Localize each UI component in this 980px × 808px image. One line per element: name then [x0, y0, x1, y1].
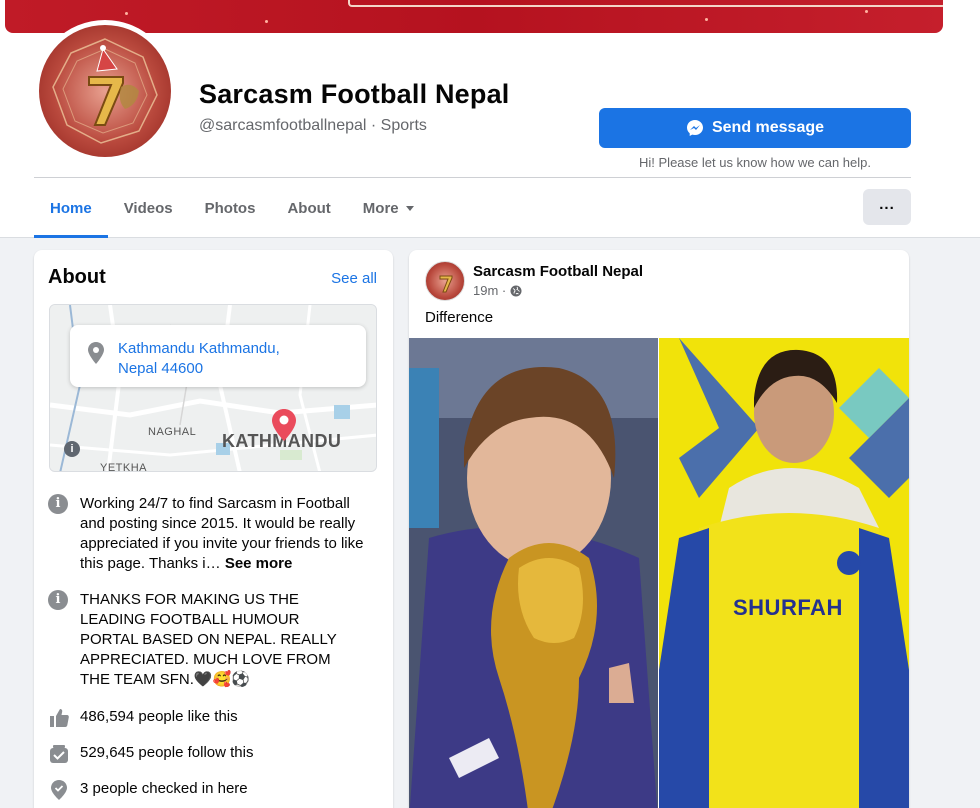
- see-all-link[interactable]: See all: [331, 270, 377, 287]
- address-line-1: Kathmandu Kathmandu,: [118, 340, 280, 357]
- tab-about-label: About: [287, 199, 331, 217]
- post-image-left-panel: [409, 338, 658, 808]
- page-handle: @sarcasmfootballnepal · Sports: [199, 117, 427, 134]
- see-more-link[interactable]: See more: [225, 555, 293, 572]
- post-author-name[interactable]: Sarcasm Football Nepal: [473, 263, 643, 280]
- likes-count: 486,594 people like this: [80, 708, 238, 725]
- jersey-sponsor-text: SHURFAH: [733, 595, 843, 620]
- post-card: Sarcasm Football Nepal 19m · Difference: [409, 250, 909, 808]
- likes-row: 486,594 people like this: [48, 707, 238, 729]
- page-header: Sarcasm Football Nepal @sarcasmfootballn…: [0, 0, 980, 238]
- about-description-text: Working 24/7 to find Sarcasm in Football…: [80, 495, 364, 572]
- post-author-avatar[interactable]: [425, 261, 465, 301]
- post-image[interactable]: SHURFAH: [409, 338, 909, 808]
- info-icon: i: [48, 590, 70, 612]
- tab-more[interactable]: More: [347, 178, 430, 238]
- location-pin-icon: [88, 342, 104, 364]
- about-description-row: i Working 24/7 to find Sarcasm in Footba…: [48, 494, 370, 574]
- follows-row: 529,645 people follow this: [48, 743, 253, 765]
- follows-count: 529,645 people follow this: [80, 744, 254, 761]
- help-text: Hi! Please let us know how we can help.: [639, 155, 871, 170]
- checkins-row: 3 people checked in here: [48, 779, 248, 801]
- map-label-yetkha: YETKHA: [100, 462, 148, 472]
- map-address-text: Kathmandu Kathmandu, Nepal 44600: [118, 339, 280, 379]
- send-message-button[interactable]: Send message: [599, 108, 911, 148]
- kid-with-trophy-illustration: [409, 338, 658, 808]
- page-avatar[interactable]: [34, 20, 176, 162]
- caret-down-icon: [405, 206, 414, 211]
- post-image-right-panel: SHURFAH: [659, 338, 909, 808]
- page-tabs: Home Videos Photos About More: [34, 178, 430, 238]
- about-description: Working 24/7 to find Sarcasm in Football…: [80, 494, 370, 574]
- checkin-pin-icon: [48, 779, 70, 801]
- cover-sparkle: [705, 18, 708, 21]
- tab-videos-label: Videos: [123, 199, 173, 217]
- cover-frame: [348, 0, 943, 7]
- cover-sparkle: [865, 10, 868, 13]
- page-title: Sarcasm Football Nepal: [199, 79, 510, 109]
- kid-in-jersey-illustration: [659, 338, 909, 808]
- map-address-card[interactable]: Kathmandu Kathmandu, Nepal 44600: [70, 325, 366, 387]
- cover-photo[interactable]: [5, 0, 943, 33]
- send-message-label: Send message: [711, 119, 825, 136]
- tab-more-label: More: [362, 199, 399, 217]
- cover-sparkle: [125, 12, 128, 15]
- tab-videos[interactable]: Videos: [108, 178, 189, 238]
- about-title: About: [48, 266, 106, 288]
- tab-about[interactable]: About: [271, 178, 346, 238]
- globe-icon: [510, 285, 522, 296]
- about-thanks-text: THANKS FOR MAKING US THE LEADING FOOTBAL…: [80, 591, 337, 688]
- cover-sparkle: [265, 20, 268, 23]
- avatar-logo-small: [439, 275, 453, 293]
- post-timestamp: 19m ·: [473, 283, 522, 298]
- avatar-logo: [39, 25, 171, 157]
- tab-photos[interactable]: Photos: [189, 178, 272, 238]
- post-text: Difference: [425, 309, 494, 326]
- thumbs-up-icon: [48, 707, 70, 729]
- checkins-count: 3 people checked in here: [80, 780, 248, 797]
- about-thanks-row: i THANKS FOR MAKING US THE LEADING FOOTB…: [48, 590, 350, 690]
- map-info-icon[interactable]: i: [64, 441, 80, 457]
- tab-home-label: Home: [50, 199, 92, 217]
- map-marker-icon: [272, 409, 296, 441]
- map-label-naghal: NAGHAL: [148, 426, 197, 438]
- tab-home[interactable]: Home: [34, 178, 108, 238]
- about-card: About See all Kathmandu Kathmandu, Nepal: [34, 250, 393, 808]
- post-time-text[interactable]: 19m ·: [473, 283, 506, 298]
- ellipsis-icon: ...: [879, 195, 895, 213]
- follow-check-icon: [48, 743, 70, 765]
- address-line-2: Nepal 44600: [118, 360, 204, 377]
- avatar-logo-graphic: [52, 38, 158, 144]
- info-icon: i: [48, 494, 70, 516]
- more-options-button[interactable]: ...: [863, 189, 911, 225]
- location-map[interactable]: Kathmandu Kathmandu, Nepal 44600 NAGHAL …: [49, 304, 377, 472]
- tab-photos-label: Photos: [204, 199, 256, 217]
- messenger-icon: [686, 120, 703, 136]
